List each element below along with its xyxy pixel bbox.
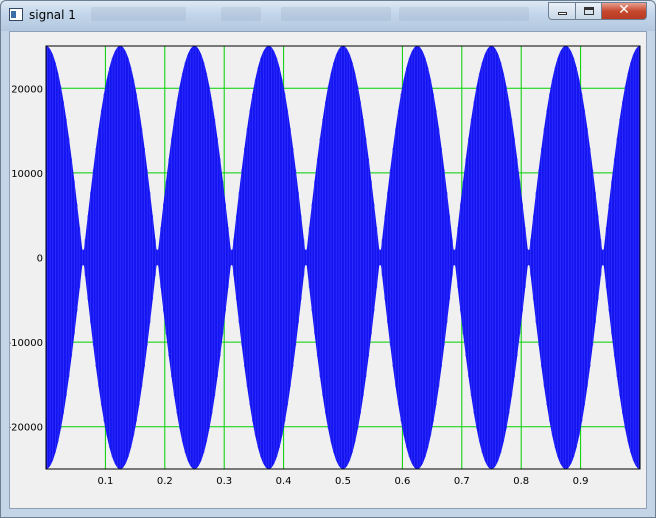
maximize-icon [584,7,594,15]
window-title: signal 1 [29,8,76,22]
x-tick-label: 0.2 [157,476,173,487]
x-tick-label: 0.8 [513,476,529,487]
background-ghost [281,7,391,21]
background-ghost [221,7,261,21]
signal-series-fill [46,46,640,469]
x-tick-label: 0.5 [335,476,351,487]
y-tick-label: 10000 [11,169,43,180]
app-window: signal 1 ✕ 0.1 0.2 0.3 0.4 0.5 0.6 0.7 0.8 0.9 20… [0,0,656,518]
x-tick-label: 0.3 [216,476,232,487]
x-tick-label: 0.4 [276,476,292,487]
minimize-icon [558,12,567,15]
x-tick-label: 0.7 [454,476,470,487]
background-ghost [91,7,186,21]
signal-chart: 0.1 0.2 0.3 0.4 0.5 0.6 0.7 0.8 0.9 20000 10000 0 -1… [8,45,641,487]
title-bar[interactable]: signal 1 ✕ [1,1,655,31]
x-tick-label: 0.9 [573,476,589,487]
maximize-button[interactable] [575,2,602,20]
background-ghost [399,7,529,21]
y-tick-label: 0 [37,254,43,265]
y-tick-label: 20000 [11,84,43,95]
x-tick-label: 0.6 [394,476,410,487]
minimize-button[interactable] [548,2,576,20]
close-icon: ✕ [618,2,630,18]
y-tick-label: -10000 [10,338,43,349]
y-tick-label: -20000 [10,423,43,434]
plot-area: 0.1 0.2 0.3 0.4 0.5 0.6 0.7 0.8 0.9 20000 10000 0 -1… [8,31,647,509]
window-icon[interactable] [9,8,23,21]
x-tick-label: 0.1 [97,476,113,487]
close-button[interactable]: ✕ [601,2,647,20]
